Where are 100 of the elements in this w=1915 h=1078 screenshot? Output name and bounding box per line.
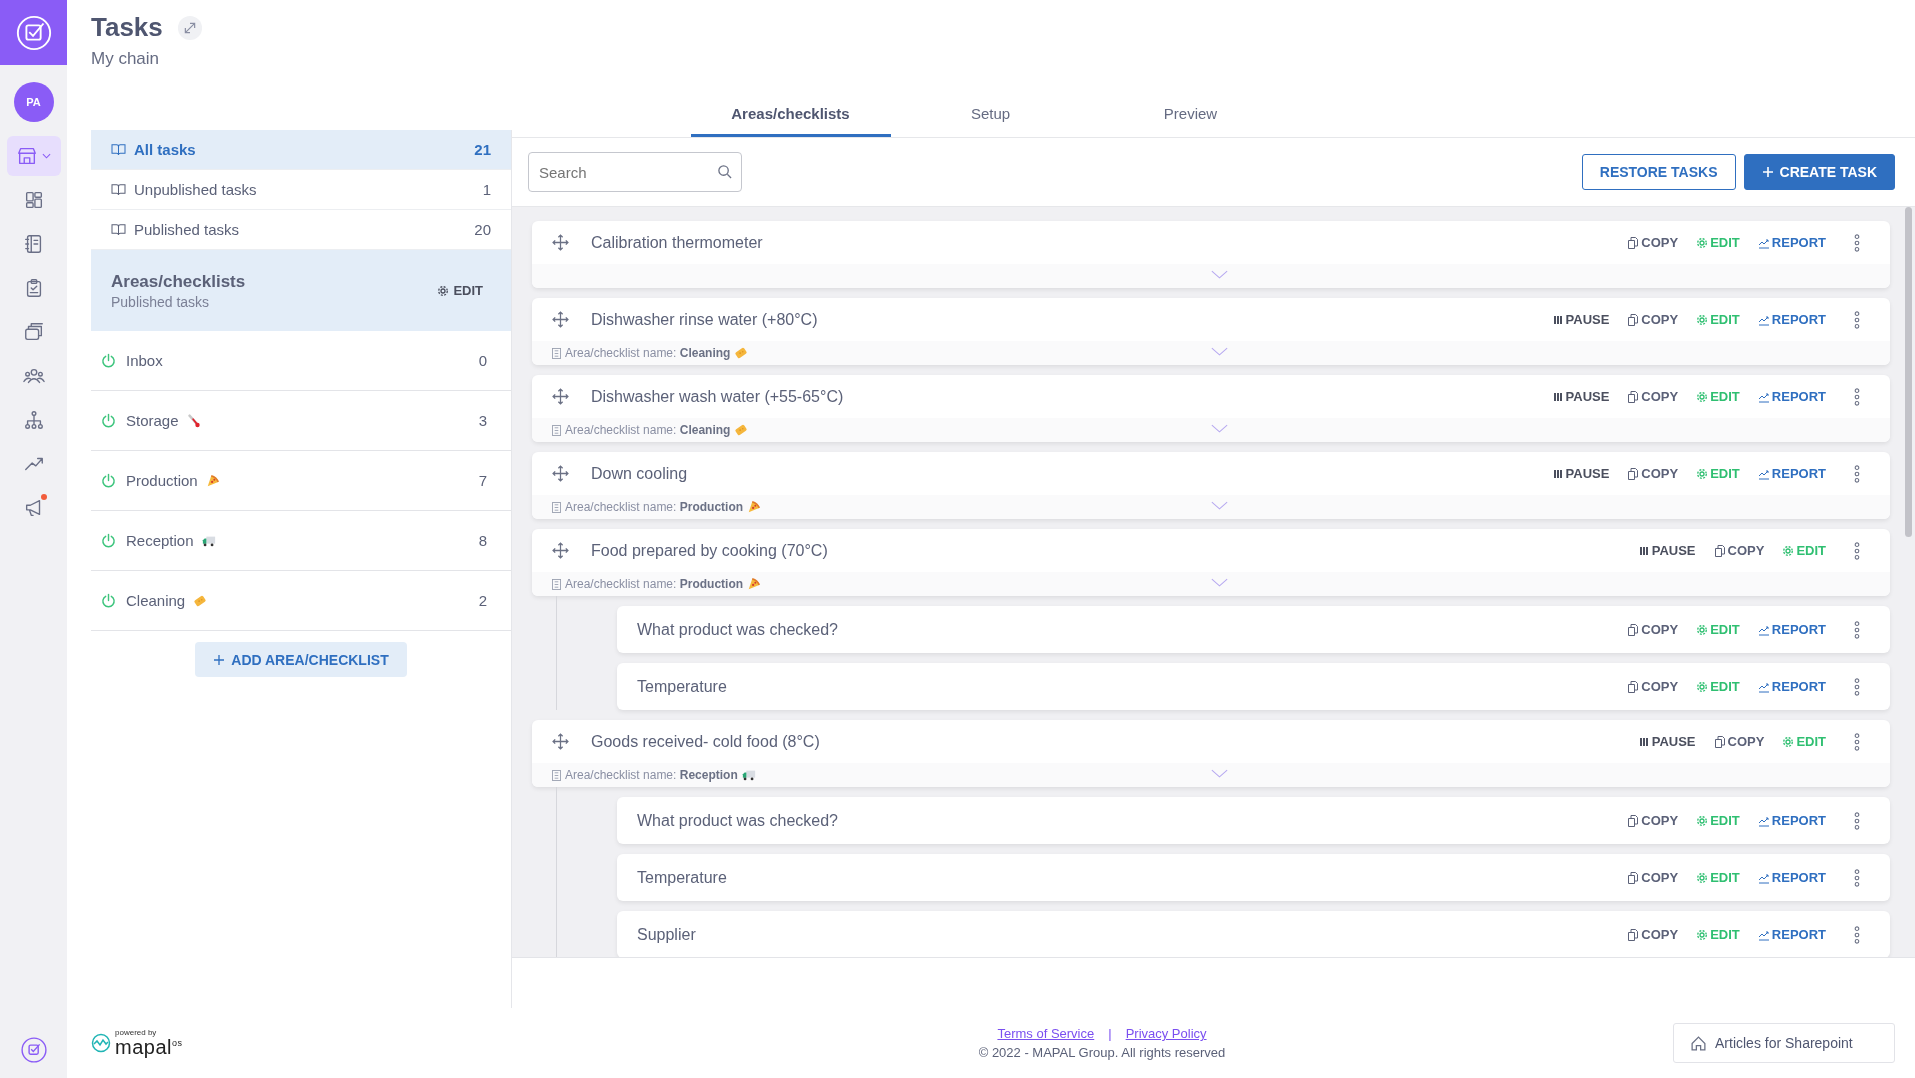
edit-button[interactable]: EDIT: [437, 283, 483, 298]
report-button[interactable]: REPORT: [1757, 622, 1826, 637]
area-item[interactable]: Production 7: [91, 451, 511, 511]
search-icon: [717, 164, 732, 179]
tab[interactable]: Areas/checklists: [690, 92, 891, 137]
create-button[interactable]: CREATE TASK: [1743, 154, 1895, 190]
report-button[interactable]: REPORT: [1757, 389, 1826, 404]
report-button[interactable]: REPORT: [1757, 927, 1826, 942]
area-item[interactable]: Storage 3: [91, 391, 511, 451]
copy-button[interactable]: COPY: [1627, 622, 1679, 637]
question-card[interactable]: What product was checked? COPY EDIT REPORT: [617, 606, 1890, 653]
area-item[interactable]: Cleaning 2: [91, 571, 511, 631]
area-name: Area/checklist name: Production: [565, 500, 744, 514]
task-card[interactable]: Dishwasher rinse water (+80°C) PAUSE COPY EDIT REPORT Area/checklist name: Cleaning: [532, 298, 1890, 365]
copy-button[interactable]: COPY: [1713, 734, 1765, 749]
more-icon[interactable]: [1854, 811, 1860, 830]
copy-button[interactable]: COPY: [1627, 927, 1679, 942]
report-button[interactable]: REPORT: [1757, 870, 1826, 885]
move-icon[interactable]: [552, 733, 569, 750]
user-avatar[interactable]: PA: [13, 82, 54, 122]
settings-icon: [1696, 928, 1709, 941]
pause-icon: [1551, 467, 1564, 480]
more-icon[interactable]: [1854, 677, 1860, 696]
restore-button[interactable]: RESTORE TASKS: [1581, 154, 1736, 190]
area-label: Cleaning: [126, 592, 186, 609]
add-area-button[interactable]: ADD AREA/CHECKLIST: [195, 642, 407, 677]
pause-button[interactable]: PAUSE: [1551, 312, 1610, 327]
move-icon[interactable]: [552, 311, 569, 328]
search-field[interactable]: Search: [528, 152, 742, 192]
tab[interactable]: Preview: [1090, 92, 1291, 137]
copy-button[interactable]: COPY: [1627, 235, 1679, 250]
more-icon[interactable]: [1854, 464, 1860, 483]
question-card[interactable]: Temperature COPY EDIT REPORT: [617, 663, 1890, 710]
notification-dot: [40, 494, 47, 500]
move-icon[interactable]: [552, 542, 569, 559]
more-icon[interactable]: [1854, 233, 1860, 252]
more-icon[interactable]: [1854, 541, 1860, 560]
section-subtitle: Published tasks: [111, 293, 211, 310]
copy-button[interactable]: COPY: [1713, 543, 1765, 558]
copy-button[interactable]: COPY: [1627, 679, 1679, 694]
task-title: Dishwasher rinse water (+80°C): [591, 310, 819, 329]
report-button[interactable]: REPORT: [1757, 235, 1826, 250]
copy-button[interactable]: COPY: [1627, 870, 1679, 885]
pause-icon: [1637, 544, 1650, 557]
help-button[interactable]: Articles for Sharepoint: [1673, 1023, 1895, 1063]
move-icon[interactable]: [552, 234, 569, 251]
plus-icon: [1761, 166, 1774, 178]
copy-button[interactable]: COPY: [1627, 312, 1679, 327]
copy-icon: [1627, 236, 1640, 249]
area-label: Reception: [126, 532, 194, 549]
app-logo-tile[interactable]: [0, 0, 67, 65]
question-card[interactable]: Temperature COPY EDIT REPORT: [617, 854, 1890, 901]
more-icon[interactable]: [1854, 925, 1860, 944]
more-icon[interactable]: [1854, 387, 1860, 406]
copy-icon: [1627, 623, 1640, 636]
task-count: 21: [474, 141, 491, 158]
nav-item[interactable]: [6, 136, 61, 176]
copy-icon: [1627, 871, 1640, 884]
power-icon: [101, 593, 116, 608]
pause-button[interactable]: PAUSE: [1551, 466, 1610, 481]
truck-icon: [741, 768, 756, 782]
question-card[interactable]: Supplier COPY EDIT REPORT: [617, 911, 1890, 957]
more-icon[interactable]: [1854, 868, 1860, 887]
task-card[interactable]: Down cooling PAUSE COPY EDIT REPORT Area/checklist name: Production: [532, 452, 1890, 519]
pause-button[interactable]: PAUSE: [1551, 389, 1610, 404]
copy-button[interactable]: COPY: [1627, 389, 1679, 404]
move-icon[interactable]: [552, 388, 569, 405]
more-icon[interactable]: [1854, 620, 1860, 639]
report-button[interactable]: REPORT: [1757, 312, 1826, 327]
scrollbar-thumb[interactable]: [1905, 207, 1912, 537]
checkbox-logo-icon[interactable]: [19, 1036, 48, 1064]
report-button[interactable]: REPORT: [1757, 813, 1826, 828]
power-icon: [101, 413, 116, 428]
pause-button[interactable]: PAUSE: [1637, 543, 1696, 558]
expand-icon[interactable]: [176, 14, 203, 41]
filter-item[interactable]: All tasks 21: [91, 130, 511, 170]
task-card[interactable]: Calibration thermometer COPY EDIT REPORT: [532, 221, 1890, 288]
task-card[interactable]: Food prepared by cooking (70°C) PAUSE COPY EDIT Area/checklist name: Production: [532, 529, 1890, 596]
area-item[interactable]: Inbox 0: [91, 331, 511, 391]
task-title: Goods received- cold food (8°C): [591, 732, 821, 751]
privacy-link[interactable]: Privacy Policy: [1125, 1026, 1207, 1041]
question-card[interactable]: What product was checked? COPY EDIT REPORT: [617, 797, 1890, 844]
terms-link[interactable]: Terms of Service: [997, 1026, 1095, 1041]
more-icon[interactable]: [1854, 310, 1860, 329]
task-card[interactable]: Goods received- cold food (8°C) PAUSE COPY EDIT Area/checklist name: Reception: [532, 720, 1890, 787]
copy-button[interactable]: COPY: [1627, 466, 1679, 481]
trend-icon: [1757, 680, 1770, 693]
move-icon[interactable]: [552, 465, 569, 482]
pause-button[interactable]: PAUSE: [1637, 734, 1696, 749]
copy-button[interactable]: COPY: [1627, 813, 1679, 828]
settings-icon: [1696, 680, 1709, 693]
pause-icon: [1637, 735, 1650, 748]
more-icon[interactable]: [1854, 732, 1860, 751]
filter-item[interactable]: Unpublished tasks 1: [91, 170, 511, 210]
area-item[interactable]: Reception 8: [91, 511, 511, 571]
report-button[interactable]: REPORT: [1757, 679, 1826, 694]
question-title: Supplier: [637, 925, 697, 944]
task-card[interactable]: Dishwasher wash water (+55-65°C) PAUSE COPY EDIT REPORT Area/checklist name: Cleaning: [532, 375, 1890, 442]
report-button[interactable]: REPORT: [1757, 466, 1826, 481]
tab[interactable]: Setup: [890, 92, 1091, 137]
